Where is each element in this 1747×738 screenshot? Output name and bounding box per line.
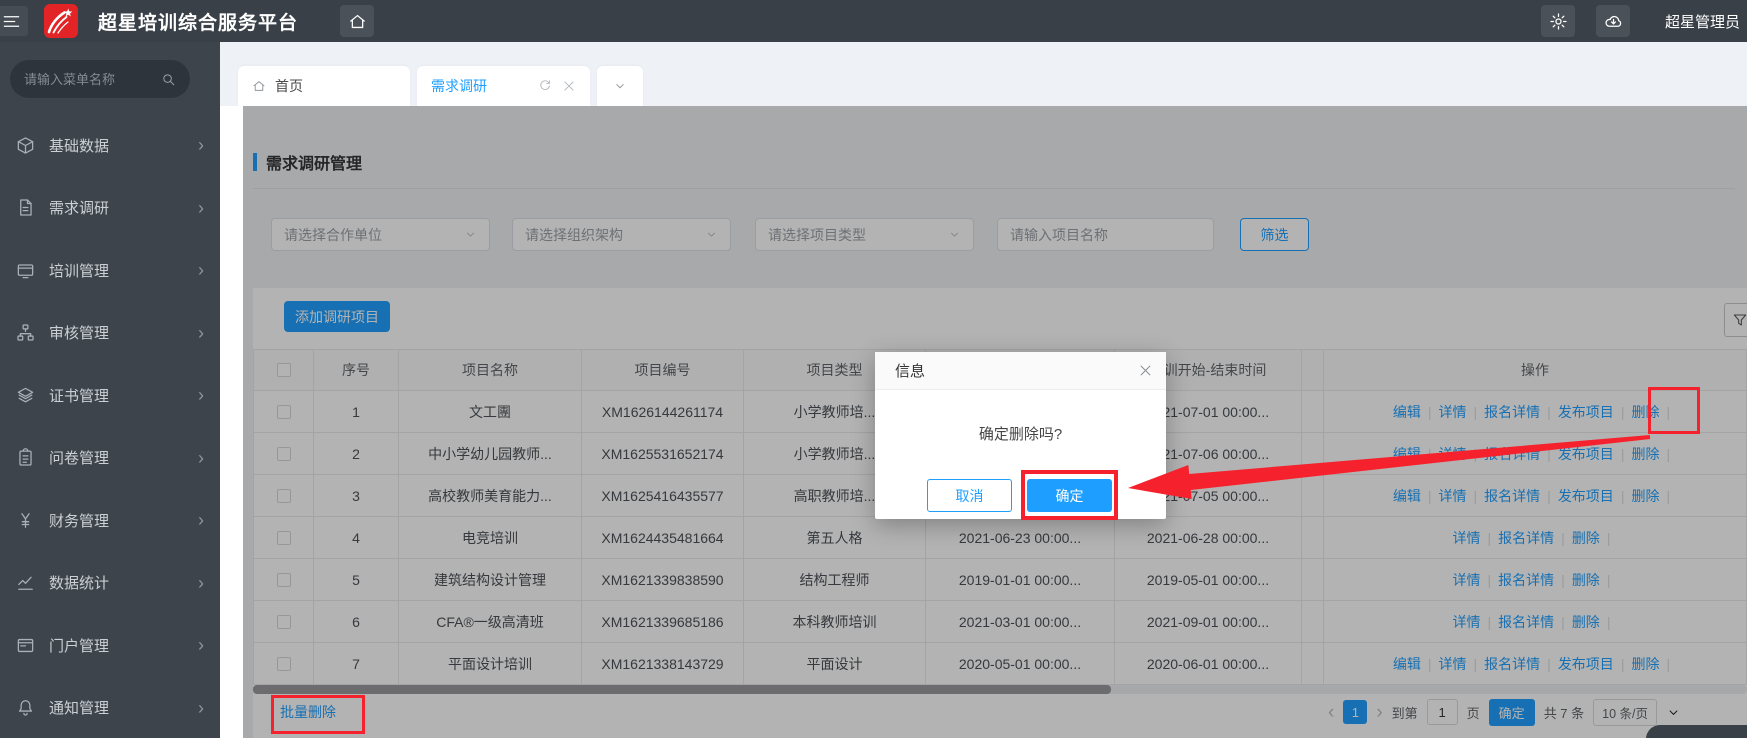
corner-widget — [1646, 725, 1747, 738]
bell-icon — [16, 698, 35, 717]
app-window: 超星培训综合服务平台 超星管理员 基础数据 › 需求调研 › 培训管理 › — [0, 0, 1747, 738]
sidebar-item-label: 数据统计 — [49, 575, 110, 593]
dialog-message: 确定删除吗? — [978, 426, 1063, 443]
sidebar-item-line-chart[interactable]: 数据统计 › — [0, 552, 220, 615]
chevron-right-icon: › — [198, 135, 204, 156]
sidebar-item-label: 审核管理 — [49, 325, 110, 343]
sidebar-item-label: 基础数据 — [49, 137, 110, 155]
sidebar-item-cube[interactable]: 基础数据 › — [0, 114, 220, 177]
sidebar-item-window[interactable]: 门户管理 › — [0, 614, 220, 677]
sidebar-item-layers[interactable]: 证书管理 › — [0, 364, 220, 427]
sidebar-item-label: 需求调研 — [49, 200, 110, 218]
close-icon[interactable] — [1138, 363, 1153, 378]
chevron-right-icon: › — [198, 260, 204, 281]
tab-label: 首页 — [275, 78, 303, 94]
dialog-buttons: 取消 确定 — [927, 479, 1112, 512]
sidebar-item-label: 通知管理 — [49, 700, 110, 718]
chevron-right-icon: › — [198, 572, 204, 593]
chevron-right-icon: › — [198, 635, 204, 656]
window-icon — [16, 636, 35, 655]
search-icon[interactable] — [161, 72, 176, 87]
chevron-right-icon: › — [198, 385, 204, 406]
cube-icon — [16, 136, 35, 155]
home-button[interactable] — [340, 5, 375, 37]
sidebar: 基础数据 › 需求调研 › 培训管理 › 审核管理 › 证书管理 › 问卷管理 … — [0, 42, 220, 738]
training-card-icon — [16, 261, 35, 280]
sidebar-item-document[interactable]: 需求调研 › — [0, 177, 220, 240]
chevron-right-icon: › — [198, 697, 204, 718]
sidebar-item-yen[interactable]: 财务管理 › — [0, 489, 220, 552]
chaoxing-logo — [44, 4, 78, 38]
cloud-download-icon — [1604, 12, 1623, 31]
sidebar-item-label: 培训管理 — [49, 262, 110, 280]
download-button[interactable] — [1596, 5, 1630, 37]
sidebar-item-label: 证书管理 — [49, 387, 110, 405]
layers-icon — [16, 386, 35, 405]
chevron-right-icon: › — [198, 322, 204, 343]
gear-icon — [1549, 12, 1568, 31]
sidebar-item-org-chart[interactable]: 审核管理 › — [0, 302, 220, 365]
collapse-menu-button[interactable] — [0, 6, 28, 36]
yen-icon — [16, 511, 35, 530]
logo-star-swoosh-icon — [47, 8, 73, 34]
tab-list-dropdown[interactable] — [597, 66, 643, 106]
home-icon — [252, 79, 266, 93]
refresh-icon[interactable] — [538, 79, 552, 93]
line-chart-icon — [16, 573, 35, 592]
sidebar-item-label: 门户管理 — [49, 637, 110, 655]
tab-label: 需求调研 — [431, 78, 487, 94]
menu-search-input[interactable] — [24, 71, 161, 87]
org-chart-icon — [16, 323, 35, 342]
app-title: 超星培训综合服务平台 — [98, 12, 299, 34]
tab-home[interactable]: 首页 — [238, 66, 410, 106]
chevron-right-icon: › — [198, 447, 204, 468]
clipboard-icon — [16, 448, 35, 467]
sidebar-item-bell[interactable]: 通知管理 › — [0, 677, 220, 738]
dialog-titlebar: 信息 — [875, 352, 1166, 390]
chevron-right-icon: › — [198, 197, 204, 218]
topbar: 超星培训综合服务平台 超星管理员 — [0, 0, 1747, 42]
current-user[interactable]: 超星管理员 — [1665, 11, 1740, 32]
chevron-down-icon — [613, 79, 627, 93]
cancel-button[interactable]: 取消 — [927, 479, 1012, 512]
close-icon[interactable] — [562, 79, 576, 93]
confirm-button[interactable]: 确定 — [1027, 479, 1112, 512]
sidebar-item-clipboard[interactable]: 问卷管理 › — [0, 427, 220, 490]
menu-icon — [2, 12, 21, 31]
settings-button[interactable] — [1541, 5, 1575, 37]
dialog-title: 信息 — [895, 363, 926, 380]
sidebar-item-label: 财务管理 — [49, 512, 110, 530]
tab-demand-survey[interactable]: 需求调研 — [417, 66, 590, 106]
topbar-right: 超星管理员 — [1541, 0, 1740, 42]
sidebar-item-training-card[interactable]: 培训管理 › — [0, 239, 220, 302]
tabbar: 首页 需求调研 — [220, 42, 1747, 106]
chevron-right-icon: › — [198, 510, 204, 531]
home-icon — [348, 12, 367, 31]
confirm-dialog: 信息 确定删除吗? 取消 确定 — [875, 352, 1166, 519]
document-icon — [16, 198, 35, 217]
sidebar-nav: 基础数据 › 需求调研 › 培训管理 › 审核管理 › 证书管理 › 问卷管理 … — [0, 114, 220, 738]
sidebar-item-label: 问卷管理 — [49, 450, 110, 468]
menu-search — [10, 60, 190, 98]
